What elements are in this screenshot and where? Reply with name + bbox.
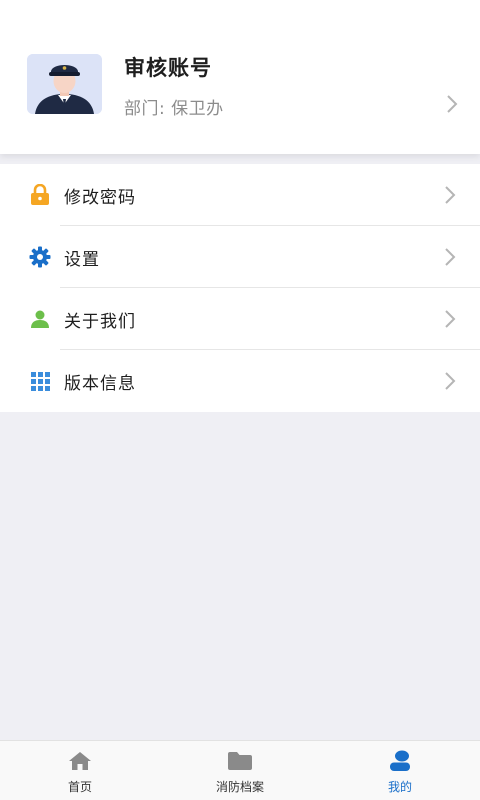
menu-item-label: 设置	[64, 249, 100, 270]
tab-label: 我的	[387, 780, 412, 794]
menu-item-label: 修改密码	[64, 187, 136, 208]
chevron-right-icon	[444, 371, 456, 391]
menu-item-label: 关于我们	[64, 311, 136, 332]
person-icon	[29, 308, 51, 330]
avatar	[27, 54, 102, 114]
menu-item-settings[interactable]: 设置	[0, 226, 480, 288]
tab-home[interactable]: 首页	[0, 741, 160, 800]
chevron-right-icon	[444, 247, 456, 267]
tab-mine[interactable]: 我的	[320, 741, 480, 800]
lock-icon	[29, 184, 51, 206]
profile-screen: 审核账号 部门: 保卫办 修改密码 设置 关于我们 版本信息 首页 消防档案 我…	[0, 0, 480, 800]
chevron-right-icon	[444, 309, 456, 329]
grid-icon	[29, 370, 51, 392]
home-icon	[68, 750, 92, 772]
chevron-right-icon[interactable]	[446, 94, 458, 118]
chevron-right-icon	[444, 185, 456, 205]
menu-item-change-password[interactable]: 修改密码	[0, 164, 480, 226]
bottom-tab-bar: 首页 消防档案 我的	[0, 740, 480, 800]
menu-item-version-info[interactable]: 版本信息	[0, 350, 480, 412]
folder-icon	[227, 750, 253, 772]
profile-name: 审核账号	[124, 56, 212, 80]
tab-label: 消防档案	[215, 780, 264, 794]
profile-card[interactable]: 审核账号 部门: 保卫办	[0, 0, 480, 154]
user-icon	[388, 750, 412, 772]
gear-icon	[29, 246, 51, 268]
profile-department: 部门: 保卫办	[124, 99, 224, 119]
settings-menu: 修改密码 设置 关于我们 版本信息	[0, 164, 480, 412]
tab-label: 首页	[67, 780, 92, 794]
menu-item-about-us[interactable]: 关于我们	[0, 288, 480, 350]
tab-fire-archive[interactable]: 消防档案	[160, 741, 320, 800]
menu-item-label: 版本信息	[64, 373, 136, 394]
